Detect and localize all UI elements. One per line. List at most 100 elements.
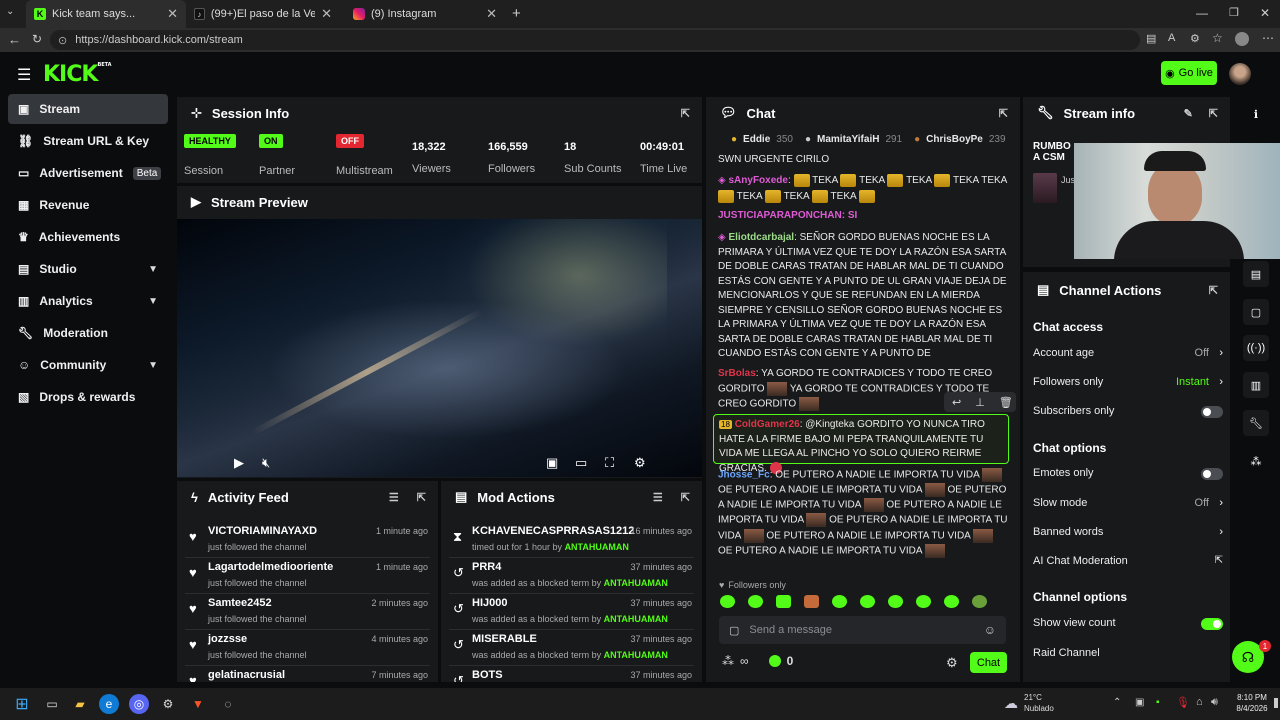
- emote-icon[interactable]: [888, 595, 903, 608]
- browser-tab-kick[interactable]: K Kick team says... ✕: [26, 0, 186, 28]
- layout-icon[interactable]: ▥: [1243, 372, 1269, 398]
- list-item[interactable]: ♥ VICTORIAMINAYAXD just followed the chann…: [177, 521, 438, 557]
- pin-icon[interactable]: ⊥: [975, 396, 985, 409]
- chat-input[interactable]: ▢ Send a message ☺: [719, 616, 1006, 644]
- user-avatar[interactable]: [1229, 63, 1251, 85]
- close-tab-icon[interactable]: ✕: [321, 6, 332, 22]
- task-view-icon[interactable]: ▭: [42, 694, 62, 714]
- back-icon[interactable]: ←: [8, 32, 21, 47]
- browser-tab-tiktok[interactable]: ♪ (99+)El paso de la Vergüenza #sh ✕: [186, 0, 340, 28]
- new-tab-button[interactable]: +: [512, 5, 521, 22]
- url-field[interactable]: ⊙ https://dashboard.kick.com/stream: [50, 30, 1140, 50]
- close-tab-icon[interactable]: ✕: [167, 6, 178, 22]
- mic-icon[interactable]: 🎙︎: [1176, 696, 1190, 709]
- maximize-button[interactable]: ❐: [1229, 6, 1239, 19]
- gifter-name[interactable]: MamitaYifaiH: [817, 134, 879, 145]
- network-icon[interactable]: ⌂: [1196, 696, 1203, 708]
- emote-icon[interactable]: [804, 595, 819, 608]
- discord-icon[interactable]: ◎: [129, 694, 149, 714]
- sidebar-item-analytics[interactable]: ▥ Analytics ▼: [8, 286, 168, 316]
- filter-icon[interactable]: ☰: [389, 491, 399, 504]
- clock[interactable]: 8:10 PM 8/4/2026: [1232, 692, 1272, 714]
- emote-icon[interactable]: [860, 595, 875, 608]
- sidebar-item-advertisement[interactable]: ▭ Advertisement Beta: [8, 158, 168, 188]
- popout-icon[interactable]: ⇱: [1209, 284, 1218, 297]
- followers-only-row[interactable]: Followers only Instant ›: [1033, 372, 1223, 394]
- tray-chevron-icon[interactable]: ⌃: [1113, 697, 1121, 708]
- menu-icon[interactable]: ☰: [17, 65, 31, 85]
- subscribers-only-toggle[interactable]: [1201, 406, 1223, 418]
- steam-icon[interactable]: ⚙: [158, 694, 178, 714]
- list-item[interactable]: ↺ MISERABLE was added as a blocked term by…: [441, 629, 702, 665]
- file-explorer-icon[interactable]: ▰: [70, 694, 90, 714]
- popout-icon[interactable]: ⇱: [1209, 107, 1218, 120]
- pip-icon[interactable]: ▣: [546, 455, 558, 471]
- settings-icon[interactable]: ⚙: [634, 455, 646, 471]
- popout-icon[interactable]: ⇱: [417, 491, 426, 504]
- windows-start-icon[interactable]: ⊞: [12, 694, 32, 714]
- raid-channel-row[interactable]: Raid Channel: [1033, 643, 1223, 665]
- broadcast-icon[interactable]: ((·)): [1243, 335, 1269, 361]
- weather-widget[interactable]: ☁ 21°C Nublado: [1004, 692, 1054, 714]
- list-item[interactable]: ♥ gelatinacrusial 7 minutes ago: [177, 665, 438, 682]
- account-age-row[interactable]: Account age Off ›: [1033, 343, 1223, 365]
- users-icon[interactable]: ⁂: [722, 654, 734, 668]
- sidebar-item-stream[interactable]: ▣ Stream: [8, 94, 168, 124]
- reply-icon[interactable]: ↩: [952, 396, 961, 409]
- reader-icon[interactable]: ▤: [1146, 32, 1156, 45]
- chat-message[interactable]: ◈ Eliotdcarbajal: SEÑOR GORDO BUENAS NOC…: [718, 231, 1008, 362]
- theater-icon[interactable]: ▭: [575, 455, 587, 471]
- volume-icon[interactable]: 🔊︎: [1211, 696, 1218, 709]
- go-live-button[interactable]: ◉ Go live: [1161, 61, 1217, 85]
- favorites-icon[interactable]: ☆: [1212, 31, 1223, 45]
- close-window-button[interactable]: ✕: [1260, 6, 1270, 20]
- emote-icon[interactable]: [916, 595, 931, 608]
- more-icon[interactable]: ⋯: [1262, 31, 1274, 45]
- tray-app-icon[interactable]: ▣: [1135, 697, 1144, 708]
- nvidia-icon[interactable]: ▪: [1156, 697, 1160, 708]
- mute-icon[interactable]: 🔇︎: [262, 455, 270, 471]
- send-chat-button[interactable]: Chat: [970, 652, 1007, 673]
- popout-icon[interactable]: ⇱: [999, 107, 1008, 120]
- delete-icon[interactable]: 🗑︎: [999, 396, 1013, 409]
- emote-icon[interactable]: [832, 595, 847, 608]
- browser-tab-instagram[interactable]: (9) Instagram ✕: [345, 0, 505, 28]
- sidebar-item-moderation[interactable]: 🔧︎ Moderation: [8, 318, 168, 348]
- settings-icon[interactable]: ⚙: [946, 655, 958, 671]
- popout-icon[interactable]: ⇱: [681, 491, 690, 504]
- info-icon[interactable]: ℹ: [1243, 101, 1269, 127]
- chat-username[interactable]: sAnyFoxede: [728, 175, 787, 186]
- close-tab-icon[interactable]: ✕: [486, 6, 497, 22]
- popout-icon[interactable]: ⇱: [681, 107, 690, 120]
- chat-username[interactable]: Jhosse_Fc: [718, 470, 770, 481]
- chat-username[interactable]: ColdGamer26: [735, 419, 800, 430]
- chat-message[interactable]: SWN URGENTE CIRILO: [718, 153, 1008, 168]
- emotes-only-toggle[interactable]: [1201, 468, 1223, 480]
- emote-icon[interactable]: [972, 595, 987, 608]
- emote-icon[interactable]: [720, 595, 735, 608]
- tab-list-icon[interactable]: ⌄: [6, 6, 22, 22]
- chat-username[interactable]: SrBolas: [718, 368, 756, 379]
- chat-message[interactable]: JUSTICIAPARAPONCHAN: SI: [718, 209, 1008, 224]
- list-item[interactable]: ♥ jozzsse just followed the channel 4 minut…: [177, 629, 438, 665]
- list-item[interactable]: ♥ Samtee2452 just followed the channel 2 mi…: [177, 593, 438, 629]
- read-aloud-icon[interactable]: A: [1168, 32, 1175, 44]
- emote-icon[interactable]: [944, 595, 959, 608]
- filter-icon[interactable]: ☰: [653, 491, 663, 504]
- sidebar-item-drops-rewards[interactable]: ▧ Drops & rewards: [8, 382, 168, 412]
- gifter-name[interactable]: Eddie: [743, 134, 770, 145]
- reload-icon[interactable]: ↻: [32, 32, 42, 46]
- app-icon[interactable]: ◌: [218, 694, 238, 714]
- slow-mode-row[interactable]: Slow mode Off ›: [1033, 493, 1223, 515]
- gifter-name[interactable]: ChrisBoyPe: [926, 134, 983, 145]
- sidebar-item-community[interactable]: ☺ Community ▼: [8, 350, 168, 380]
- wrench-rail-icon[interactable]: 🔧︎: [1243, 410, 1269, 436]
- chat-rail-icon[interactable]: ▢: [1243, 299, 1269, 325]
- edge-icon[interactable]: e: [99, 694, 119, 714]
- emote-icon[interactable]: [776, 595, 791, 608]
- drag-icon[interactable]: ⊹: [191, 105, 202, 121]
- chat-username[interactable]: Eliotdcarbajal: [728, 232, 794, 243]
- brave-icon[interactable]: ▼: [188, 694, 208, 714]
- notes-icon[interactable]: ▤: [1243, 261, 1269, 287]
- play-icon[interactable]: ▶: [234, 455, 244, 471]
